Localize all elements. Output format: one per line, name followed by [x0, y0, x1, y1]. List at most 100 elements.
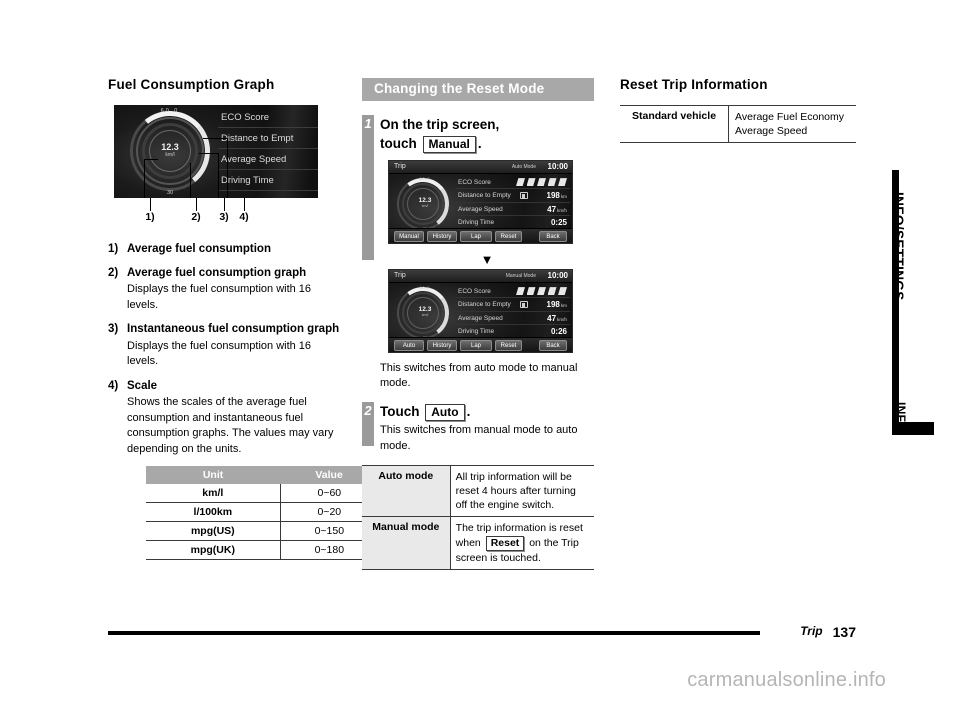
step-1-body: This switches from auto mode to manual m…	[380, 361, 578, 390]
figure-callouts: 1) 2) 3) 4)	[120, 197, 324, 228]
leader-line-2-stem	[190, 162, 191, 198]
step-1-title: On the trip screen, touch Manual.	[380, 115, 594, 154]
table-row: mpg(UK) 0~180	[146, 540, 378, 561]
page-footer: 137 Trip	[108, 624, 856, 640]
eco-leaves-icon	[516, 287, 567, 296]
gauge-value: 12.3	[161, 141, 179, 152]
left-column: Fuel Consumption Graph 60 0 12.3 km/l 30	[108, 77, 378, 561]
footer-section-label: Trip	[800, 624, 823, 638]
step-1-title-prefix: touch	[380, 136, 417, 152]
table-header-row: Unit Value	[146, 466, 378, 485]
step-2-title-prefix: Touch	[380, 403, 420, 419]
trip-row-eco-score: ECO Score	[455, 285, 570, 299]
legend-item-title: Scale	[127, 379, 158, 392]
auto-button-keycap[interactable]: Auto	[425, 403, 465, 421]
reset-item-average-fuel-economy: Average Fuel Economy	[735, 110, 844, 123]
trip-button-back[interactable]: Back	[539, 231, 567, 242]
trip-screen-title: Trip	[394, 271, 406, 279]
trip-button-history[interactable]: History	[427, 231, 457, 242]
legend-item-body: Displays the fuel consumption with 16 le…	[127, 339, 312, 368]
legend-item-number: 2)	[108, 267, 119, 280]
legend-item-heading: 3) Instantaneous fuel consumption graph	[108, 322, 340, 337]
figure-menu-row: Average Speed	[218, 149, 318, 170]
callout-label-4: 4)	[239, 210, 249, 223]
trip-gauge-unit: km/l	[421, 203, 429, 208]
manual-page: Fuel Consumption Graph 60 0 12.3 km/l 30	[0, 0, 960, 708]
trip-row-value: 47km/h	[547, 313, 567, 323]
trip-clock: 10:00	[547, 270, 568, 280]
list-item: 2) Average fuel consumption graph Display…	[108, 266, 340, 313]
table-row: Manual mode The trip information is rese…	[362, 516, 594, 571]
trip-button-back[interactable]: Back	[539, 340, 567, 351]
trip-button-manual[interactable]: Manual	[394, 231, 424, 242]
trip-row-label: ECO Score	[458, 287, 491, 295]
cell-manual-mode-label: Manual mode	[362, 516, 451, 571]
figure-menu-row: Driving Time	[218, 170, 318, 191]
callout-tick	[150, 197, 151, 211]
trip-row-label: Distance to Empty	[458, 301, 511, 309]
reset-mode-table: Auto mode All trip information will be r…	[362, 464, 594, 571]
chapter-side-tab: INFO/SETTINGS INFO	[891, 170, 938, 470]
side-tab-secondary-label: INFO	[894, 402, 908, 432]
step-1-title-suffix: .	[477, 136, 482, 152]
trip-row-value: 47km/h	[547, 204, 567, 214]
gauge-top-scale: 60 0	[160, 107, 180, 114]
table-row: Auto mode All trip information will be r…	[362, 465, 594, 518]
step-2-title: Touch Auto.	[380, 402, 594, 422]
callout-tick	[244, 197, 245, 211]
section-header-changing-reset-mode: Changing the Reset Mode	[362, 78, 594, 101]
leader-line-1	[144, 158, 158, 160]
trip-row-average-speed: Average Speed 47km/h	[455, 203, 570, 217]
step-1-number: 1	[362, 114, 374, 260]
trip-row-label: Driving Time	[458, 219, 495, 227]
callout-tick	[196, 197, 197, 211]
legend-item-body: Shows the scales of the average fuel con…	[127, 395, 334, 455]
legend-item-number: 3)	[108, 323, 119, 336]
figure-menu-list: ECO Score Distance to Empt Average Speed…	[218, 105, 318, 198]
list-item: 3) Instantaneous fuel consumption graph D…	[108, 322, 340, 369]
trip-gauge-value: 12.3	[418, 305, 432, 313]
trip-button-history[interactable]: History	[427, 340, 457, 351]
trip-clock: 10:00	[547, 161, 568, 171]
cell-unit: km/l	[146, 484, 281, 504]
fuel-consumption-figure: 60 0 12.3 km/l 30 ECO Score Distance to …	[114, 104, 318, 228]
legend-item-body: Displays the fuel consumption with 16 le…	[127, 283, 312, 311]
trip-row-distance-to-empty: Distance to Empty 198km	[455, 189, 570, 203]
trip-button-lap-time[interactable]: Lap Time	[460, 340, 492, 351]
page-title-fuel-consumption-graph: Fuel Consumption Graph	[108, 77, 275, 92]
trip-screen-title: Trip	[394, 162, 406, 170]
trip-title-bar: Trip Manual Mode 10:00	[389, 269, 572, 283]
callout-label-1: 1)	[145, 210, 155, 223]
trip-gauge-value: 12.3	[418, 196, 432, 204]
legend-item-title: Average fuel consumption graph	[127, 267, 307, 280]
eco-leaves-icon	[516, 178, 567, 187]
trip-button-reset[interactable]: Reset	[495, 231, 522, 242]
cell-manual-mode-description: The trip information is reset when Reset…	[450, 516, 594, 571]
column-header-unit: Unit	[146, 466, 281, 485]
fuel-pump-icon	[520, 301, 528, 309]
legend-item-heading: 1) Average fuel consumption	[108, 242, 340, 257]
trip-info-rows: ECO Score Distance to Empty 198km Averag…	[455, 285, 570, 339]
legend-item-number: 1)	[108, 242, 119, 255]
manual-button-keycap[interactable]: Manual	[422, 136, 476, 154]
trip-row-label: Distance to Empty	[458, 192, 511, 200]
right-column: Reset Trip Information Standard vehicle …	[620, 77, 856, 144]
callout-tick	[224, 197, 225, 211]
reset-item-average-speed: Average Speed	[735, 125, 808, 138]
trip-button-auto[interactable]: Auto	[394, 340, 424, 351]
trip-mode-indicator: Manual Mode	[505, 273, 536, 280]
leader-line-3	[199, 152, 219, 154]
footer-rule	[108, 631, 760, 635]
reset-trip-information-table: Standard vehicle Average Fuel Economy Av…	[620, 104, 856, 144]
trip-button-reset[interactable]: Reset	[495, 340, 522, 351]
trip-button-lap-time[interactable]: Lap Time	[460, 231, 492, 242]
legend-item-title: Instantaneous fuel consumption graph	[127, 323, 340, 336]
trip-row-label: Average Speed	[458, 205, 503, 213]
legend-item-heading: 4) Scale	[108, 379, 340, 394]
reset-button-keycap[interactable]: Reset	[485, 535, 525, 551]
cell-standard-vehicle-label: Standard vehicle	[620, 105, 730, 144]
trip-gauge-top-scale: 60.0	[419, 176, 431, 181]
trip-mode-indicator: Auto Mode	[511, 164, 536, 171]
figure-menu-row: Distance to Empt	[218, 128, 318, 149]
leader-line-1-stem	[144, 158, 145, 198]
